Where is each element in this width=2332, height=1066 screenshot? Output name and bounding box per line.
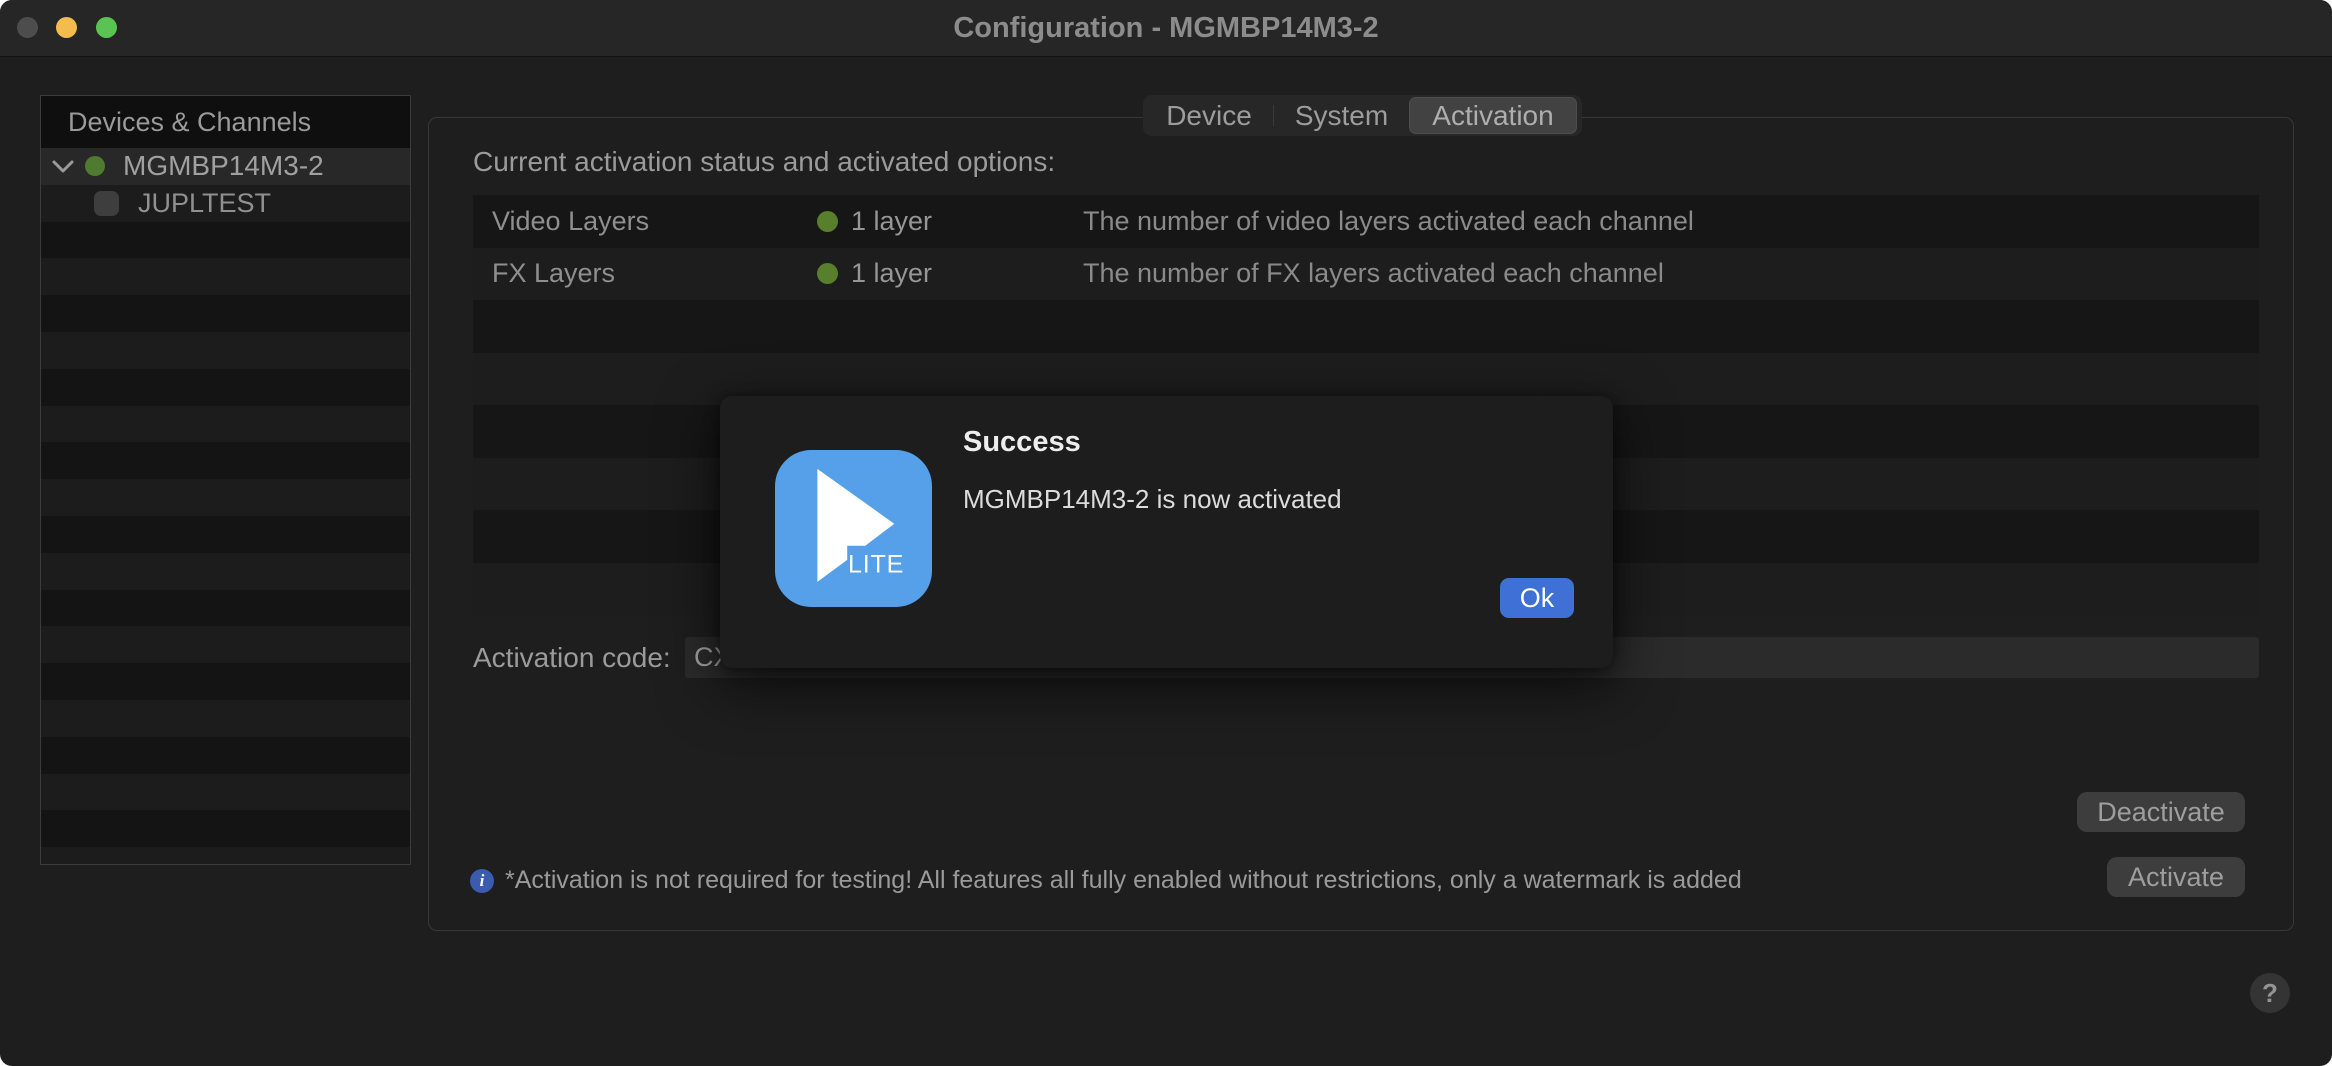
dialog-title: Success	[963, 426, 1081, 459]
sidebar-empty-row	[41, 369, 410, 406]
ok-button[interactable]: Ok	[1500, 578, 1574, 618]
sidebar-empty-row	[41, 332, 410, 369]
sidebar-empty-row	[41, 295, 410, 332]
status-dot	[817, 263, 838, 284]
app-icon: LITE	[775, 450, 932, 607]
activate-button[interactable]: Activate	[2107, 857, 2245, 897]
option-name: FX Layers	[492, 258, 817, 289]
configuration-window: Configuration - MGMBP14M3-2 Devices & Ch…	[0, 0, 2332, 1066]
status-dot	[817, 211, 838, 232]
activation-note-text: *Activation is not required for testing!…	[505, 866, 1742, 895]
activation-note: i *Activation is not required for testin…	[470, 866, 1742, 895]
table-row-video-layers: Video Layers 1 layer The number of video…	[473, 195, 2259, 248]
deactivate-button[interactable]: Deactivate	[2077, 792, 2245, 832]
app-icon-lite-text: LITE	[848, 550, 904, 578]
sidebar-empty-row	[41, 258, 410, 295]
option-value: 1 layer	[851, 206, 932, 237]
sidebar-empty-row	[41, 774, 410, 811]
devices-channels-header: Devices & Channels	[41, 96, 410, 148]
tab-device[interactable]: Device	[1145, 97, 1273, 134]
channel-checkbox[interactable]	[94, 191, 119, 216]
option-description: The number of video layers activated eac…	[1083, 206, 2259, 237]
sidebar-empty-row	[41, 700, 410, 737]
tab-bar: Device System Activation	[1143, 95, 1582, 136]
window-title: Configuration - MGMBP14M3-2	[0, 0, 2332, 57]
sidebar-empty-row	[41, 516, 410, 553]
channel-label: JUPLTEST	[138, 188, 271, 219]
sidebar-empty-row	[41, 663, 410, 700]
option-value: 1 layer	[851, 258, 932, 289]
activation-status-heading: Current activation status and activated …	[473, 146, 1055, 178]
tab-activation[interactable]: Activation	[1409, 97, 1577, 134]
chevron-down-icon[interactable]	[51, 159, 75, 174]
sidebar-empty-row	[41, 406, 410, 443]
tab-system[interactable]: System	[1274, 97, 1409, 134]
activation-code-label: Activation code:	[473, 637, 671, 678]
sidebar-empty-row	[41, 222, 410, 259]
option-name: Video Layers	[492, 206, 817, 237]
sidebar-empty-row	[41, 737, 410, 774]
info-icon: i	[470, 869, 494, 893]
sidebar-item-device[interactable]: MGMBP14M3-2	[41, 148, 410, 185]
sidebar-empty-row	[41, 847, 410, 865]
sidebar-empty-row	[41, 810, 410, 847]
success-dialog: LITE Success MGMBP14M3-2 is now activate…	[720, 396, 1613, 668]
device-status-dot	[85, 156, 105, 176]
sidebar-empty-row	[41, 442, 410, 479]
dialog-message: MGMBP14M3-2 is now activated	[963, 484, 1342, 515]
table-row-fx-layers: FX Layers 1 layer The number of FX layer…	[473, 248, 2259, 301]
titlebar[interactable]: Configuration - MGMBP14M3-2	[0, 0, 2332, 57]
help-button[interactable]: ?	[2250, 973, 2290, 1013]
sidebar-item-channel[interactable]: JUPLTEST	[41, 185, 410, 222]
device-label: MGMBP14M3-2	[123, 150, 324, 182]
table-empty-row	[473, 300, 2259, 353]
option-description: The number of FX layers activated each c…	[1083, 258, 2259, 289]
sidebar-empty-row	[41, 553, 410, 590]
sidebar-empty-row	[41, 479, 410, 516]
devices-channels-panel: Devices & Channels MGMBP14M3-2 JUPLTEST	[40, 95, 411, 865]
sidebar-empty-row	[41, 590, 410, 627]
sidebar-empty-row	[41, 626, 410, 663]
